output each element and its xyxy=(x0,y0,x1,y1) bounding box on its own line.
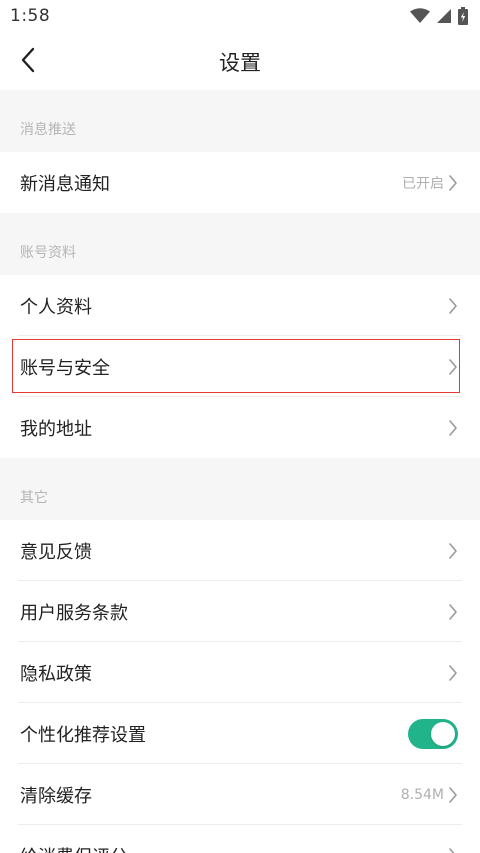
row-personalized-recommendation: 个性化推荐设置 xyxy=(0,703,480,764)
row-value: 8.54M xyxy=(400,786,444,803)
chevron-right-icon xyxy=(448,603,458,621)
personalized-recommendation-toggle[interactable] xyxy=(408,718,458,749)
battery-charging-icon xyxy=(458,7,468,25)
chevron-right-icon xyxy=(448,297,458,315)
status-icons xyxy=(410,6,468,26)
row-label: 个性化推荐设置 xyxy=(20,724,146,746)
row-rate-app[interactable]: 给消费保评分 xyxy=(0,825,480,853)
section-label-other: 其它 xyxy=(20,490,48,506)
group-other: 意见反馈 用户服务条款 隐私政策 个性化推荐设置 清除缓存 8.54M xyxy=(0,520,480,853)
section-label-push: 消息推送 xyxy=(20,122,76,138)
row-label: 隐私政策 xyxy=(20,663,92,685)
row-my-address[interactable]: 我的地址 xyxy=(0,397,480,458)
page-title: 设置 xyxy=(219,51,261,75)
chevron-right-icon xyxy=(448,664,458,682)
signal-icon xyxy=(436,8,452,24)
chevron-right-icon xyxy=(448,358,458,376)
row-feedback[interactable]: 意见反馈 xyxy=(0,520,480,581)
chevron-right-icon xyxy=(448,419,458,437)
row-personal-profile[interactable]: 个人资料 xyxy=(0,275,480,336)
row-label: 用户服务条款 xyxy=(20,602,128,624)
header: 设置 xyxy=(0,32,480,90)
row-label: 清除缓存 xyxy=(20,785,92,807)
row-account-security[interactable]: 账号与安全 xyxy=(0,336,480,397)
toggle-knob xyxy=(431,721,455,746)
row-label: 给消费保评分 xyxy=(20,843,448,853)
row-clear-cache[interactable]: 清除缓存 8.54M xyxy=(0,764,480,825)
group-push: 新消息通知 已开启 xyxy=(0,152,480,213)
row-label: 个人资料 xyxy=(20,296,92,318)
row-label: 意见反馈 xyxy=(20,541,92,563)
status-time: 1:58 xyxy=(10,6,51,26)
row-value: 已开启 xyxy=(402,175,444,192)
chevron-right-icon xyxy=(448,174,458,192)
settings-screen: 1:58 设置 消息推送 新消息通知 已开启 账号资料 个人资料 账号与安全 我… xyxy=(0,0,480,853)
row-new-message-notification[interactable]: 新消息通知 已开启 xyxy=(0,152,480,213)
group-account: 个人资料 账号与安全 我的地址 xyxy=(0,275,480,458)
section-label-account: 账号资料 xyxy=(20,245,76,261)
status-bar: 1:58 xyxy=(0,0,480,32)
wifi-icon xyxy=(410,8,430,24)
chevron-right-icon xyxy=(448,542,458,560)
row-label: 账号与安全 xyxy=(20,357,110,379)
row-label: 我的地址 xyxy=(20,418,92,440)
chevron-right-icon xyxy=(448,786,458,804)
row-privacy-policy[interactable]: 隐私政策 xyxy=(0,642,480,703)
chevron-right-icon xyxy=(448,847,458,853)
row-label: 新消息通知 xyxy=(20,173,110,195)
row-user-terms[interactable]: 用户服务条款 xyxy=(0,581,480,642)
